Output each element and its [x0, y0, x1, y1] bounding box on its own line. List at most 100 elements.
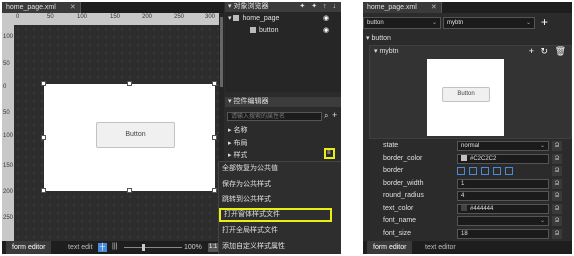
- property-list: state normal ⌄ Ձborder_color #C2C2C2 Ձborder Ձ…: [363, 141, 572, 241]
- style-tree-root[interactable]: ▾ button: [366, 34, 391, 44]
- section-label: 布局: [233, 140, 248, 147]
- tab-text-editor[interactable]: text editor: [419, 241, 462, 254]
- reset-property-icon[interactable]: Ձ: [552, 141, 562, 151]
- scrollbar-thumb[interactable]: [220, 17, 223, 87]
- resize-handle[interactable]: [41, 81, 46, 86]
- document-tab[interactable]: home_page.xml ✕: [2, 2, 81, 13]
- color-swatch[interactable]: [461, 204, 467, 211]
- property-value-color[interactable]: #444444: [457, 203, 549, 214]
- menu-icon: ≡: [327, 150, 331, 156]
- visibility-eye-icon[interactable]: ◉: [323, 14, 329, 24]
- tree-item-home-page[interactable]: ▾ home_page ◉: [228, 14, 338, 24]
- reset-property-icon[interactable]: Ձ: [552, 178, 562, 189]
- resize-handle[interactable]: [41, 135, 46, 140]
- reset-property-icon[interactable]: Ձ: [552, 153, 562, 164]
- add-style-icon[interactable]: +: [541, 15, 548, 29]
- property-label: text_color: [383, 204, 414, 212]
- border-side-toggle[interactable]: [481, 167, 489, 175]
- border-side-toggle[interactable]: [469, 167, 477, 175]
- property-row-text-color: text_color #444444 Ձ: [363, 203, 572, 215]
- section-label: 样式: [233, 152, 248, 159]
- design-canvas[interactable]: Button: [14, 25, 219, 241]
- resize-handle[interactable]: [212, 81, 217, 86]
- tree-item-button[interactable]: button ◉: [228, 26, 338, 36]
- tree-item-label: home_page: [242, 15, 280, 22]
- ruler-label: 300: [205, 14, 216, 20]
- property-label: border_width: [383, 179, 424, 187]
- resize-handle[interactable]: [127, 81, 132, 86]
- resize-handle[interactable]: [127, 188, 132, 193]
- zoom-slider-track[interactable]: [124, 247, 182, 248]
- ruler-label: 250: [174, 14, 185, 20]
- close-icon[interactable]: ✕: [431, 4, 437, 11]
- widget-type-select[interactable]: button ⌄: [363, 17, 441, 29]
- add-icon[interactable]: +: [332, 110, 337, 120]
- property-row-font-name: font_name ⌄ Ձ: [363, 216, 572, 227]
- tree-item-label: button: [259, 27, 279, 34]
- property-value-select[interactable]: normal ⌄: [457, 141, 549, 151]
- form-editor-window: home_page.xml ✕ 0 50 100 150 200 250 300 …: [2, 2, 341, 254]
- chevron-down-icon: ⌄: [539, 218, 545, 224]
- property-value-select[interactable]: ⌄: [457, 216, 549, 226]
- section-layout[interactable]: ▸ 布局: [228, 139, 247, 149]
- ruler-label: 200: [142, 14, 153, 20]
- property-value-text[interactable]: 1: [457, 178, 549, 189]
- menu-item-goto-public[interactable]: 跳转到公共样式: [219, 193, 341, 207]
- document-tab-label: home_page.xml: [367, 4, 417, 11]
- zoom-reset-button[interactable]: 1:1: [208, 243, 219, 252]
- reset-property-icon[interactable]: Ձ: [552, 191, 562, 201]
- menu-item-open-global-style[interactable]: 打开全局样式文件: [219, 224, 341, 238]
- style-card-header[interactable]: ▾ mybtn: [374, 47, 399, 57]
- property-label: state: [383, 142, 399, 149]
- close-icon[interactable]: ✕: [70, 4, 76, 11]
- visibility-eye-icon[interactable]: ◉: [323, 26, 329, 36]
- control-editor-header: ▾ 控件编辑器: [225, 97, 341, 107]
- border-side-toggle[interactable]: [457, 167, 465, 175]
- menu-item-restore-all[interactable]: 全部恢复为公共值: [219, 162, 341, 176]
- color-swatch[interactable]: [461, 154, 467, 161]
- form-page-preview[interactable]: Button: [44, 84, 215, 191]
- resize-handle[interactable]: [212, 135, 217, 140]
- reset-property-icon[interactable]: Ձ: [552, 166, 562, 176]
- style-menu-button[interactable]: ≡: [324, 148, 335, 159]
- reset-property-icon[interactable]: Ձ: [552, 216, 562, 226]
- ruler-label: 50: [3, 61, 10, 67]
- snap-icon[interactable]: |||: [112, 243, 117, 250]
- tab-text-editor[interactable]: text edit: [62, 241, 99, 254]
- chevron-down-icon: ⌄: [431, 20, 437, 26]
- section-name[interactable]: ▸ 名称: [228, 126, 247, 136]
- zoom-slider-thumb[interactable]: [142, 244, 145, 251]
- menu-item-add-custom-prop[interactable]: 添加自定义样式属性: [219, 240, 341, 254]
- resize-handle[interactable]: [212, 188, 217, 193]
- property-label: font_name: [383, 217, 417, 224]
- property-search-input[interactable]: 请输入搜索的属性名: [227, 112, 322, 121]
- ruler-label: 100: [3, 34, 14, 40]
- search-icon[interactable]: ⌕: [324, 111, 328, 121]
- border-side-toggle[interactable]: [493, 167, 501, 175]
- document-tab[interactable]: home_page.xml ✕: [363, 2, 442, 13]
- object-browser-toolbar-icons[interactable]: ✦ ✦ ↑ ↓: [299, 2, 338, 12]
- property-value-text: 18: [461, 230, 468, 237]
- property-value-text[interactable]: 18: [457, 228, 549, 239]
- menu-item-open-form-style[interactable]: 打开窗体样式文件: [219, 208, 332, 222]
- menu-item-save-as-public[interactable]: 保存为公共样式: [219, 178, 341, 192]
- resize-handle[interactable]: [41, 188, 46, 193]
- tab-form-editor[interactable]: form editor: [367, 241, 413, 254]
- property-value-color[interactable]: #C2C2C2: [457, 153, 549, 164]
- tab-form-editor[interactable]: form editor: [6, 241, 52, 254]
- grid-toggle-icon[interactable]: ┼: [98, 243, 107, 252]
- style-name-select[interactable]: mybtn ⌄: [443, 17, 535, 29]
- canvas-button[interactable]: Button: [96, 122, 175, 148]
- section-style[interactable]: ▸ 样式: [228, 151, 247, 159]
- property-row-border-width: border_width 1 Ձ: [363, 178, 572, 190]
- reset-property-icon[interactable]: Ձ: [552, 203, 562, 214]
- ruler-label: 250: [3, 215, 14, 221]
- object-browser-tree: ▾ home_page ◉ button ◉: [225, 12, 341, 92]
- section-label: 名称: [233, 127, 248, 134]
- vertical-ruler: 100 50 0 50 100 150 200 250: [2, 25, 14, 241]
- reset-property-icon[interactable]: Ձ: [552, 228, 562, 239]
- select-value: button: [367, 20, 384, 26]
- border-side-toggle[interactable]: [505, 167, 513, 175]
- style-card-actions[interactable]: + ↻ 🗑: [529, 46, 568, 57]
- property-value-text[interactable]: 4: [457, 191, 549, 201]
